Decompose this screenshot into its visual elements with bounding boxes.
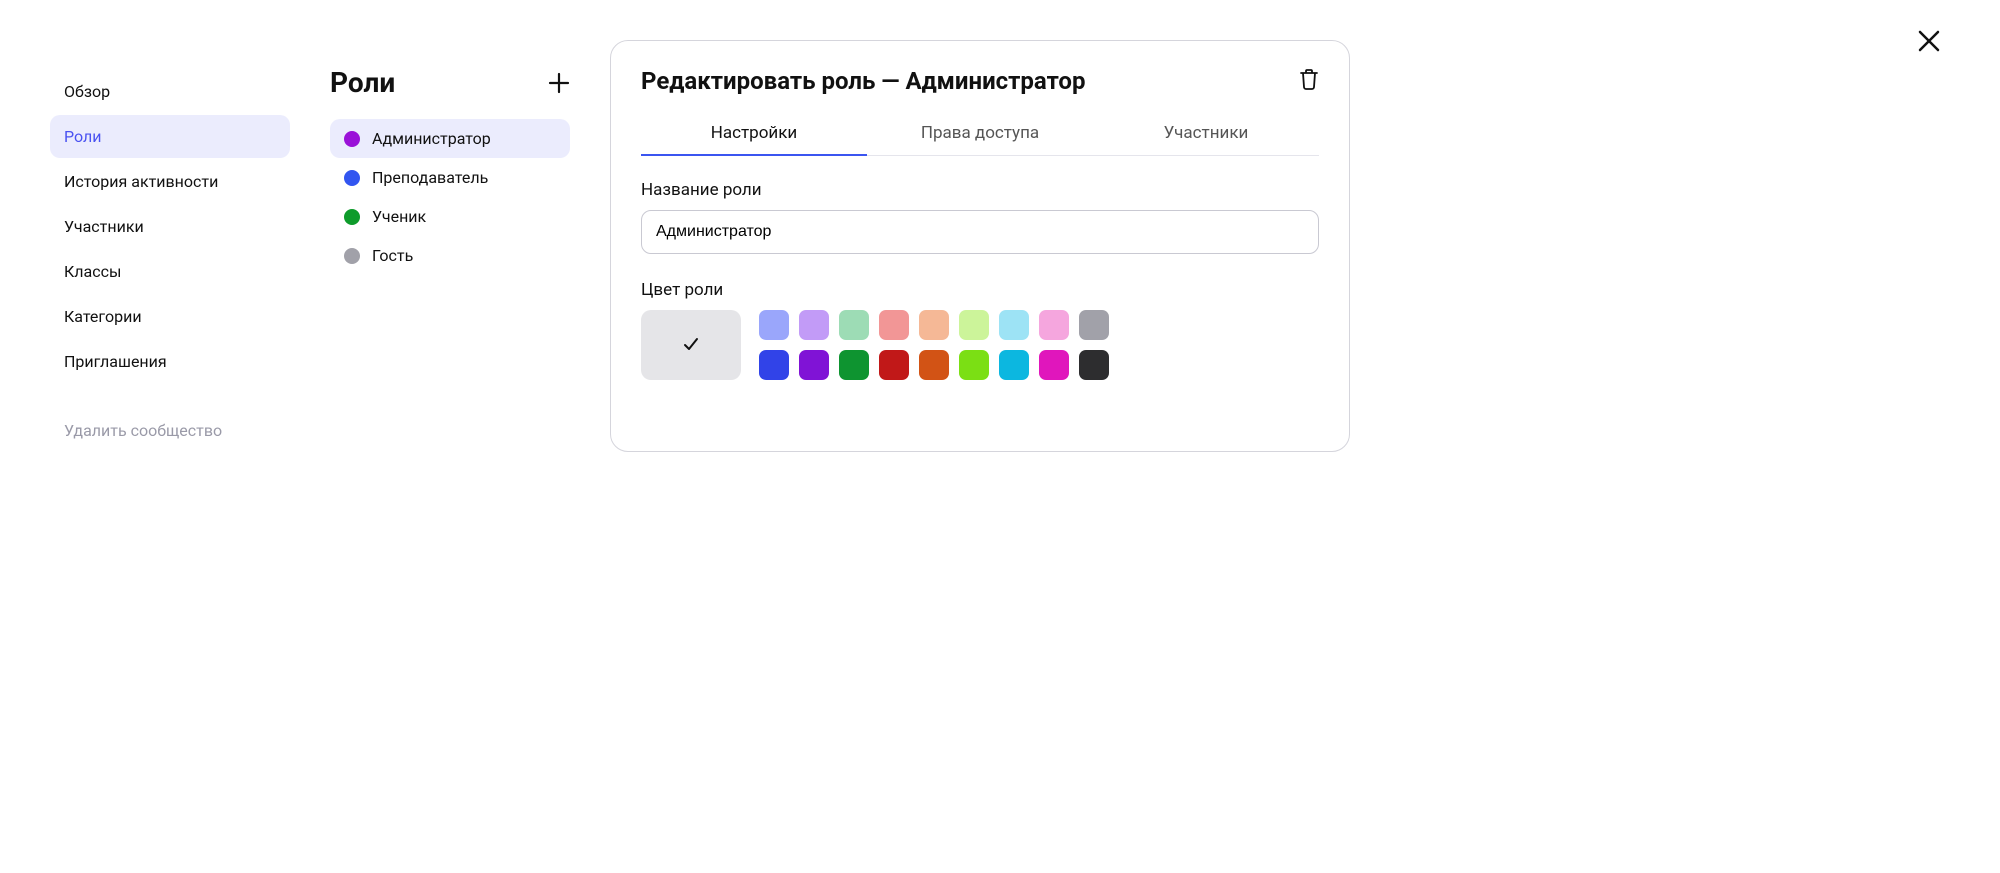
color-swatch[interactable] — [759, 350, 789, 380]
panel-tabs: Настройки Права доступа Участники — [641, 113, 1319, 156]
color-swatch[interactable] — [999, 310, 1029, 340]
color-swatch[interactable] — [759, 310, 789, 340]
role-color-dot — [344, 170, 360, 186]
role-item-guest[interactable]: Гость — [330, 236, 570, 275]
role-color-label: Цвет роли — [641, 280, 1319, 300]
add-role-button[interactable] — [548, 72, 570, 94]
color-swatch[interactable] — [839, 310, 869, 340]
sidebar-item-classes[interactable]: Классы — [50, 250, 290, 293]
sidebar-item-roles[interactable]: Роли — [50, 115, 290, 158]
tab-settings[interactable]: Настройки — [641, 113, 867, 155]
role-color-dot — [344, 209, 360, 225]
roles-title: Роли — [330, 66, 395, 99]
delete-community-button[interactable]: Удалить сообщество — [50, 409, 290, 452]
color-swatch[interactable] — [919, 310, 949, 340]
plus-icon — [548, 72, 570, 94]
close-icon — [1918, 30, 1940, 52]
color-swatch[interactable] — [1079, 310, 1109, 340]
sidebar: Обзор Роли История активности Участники … — [50, 40, 290, 452]
delete-role-button[interactable] — [1299, 68, 1319, 94]
color-swatch[interactable] — [1039, 310, 1069, 340]
color-swatch[interactable] — [919, 350, 949, 380]
tab-permissions[interactable]: Права доступа — [867, 113, 1093, 155]
color-swatch[interactable] — [1039, 350, 1069, 380]
sidebar-item-categories[interactable]: Категории — [50, 295, 290, 338]
role-item-label: Ученик — [372, 207, 426, 226]
color-swatch[interactable] — [799, 310, 829, 340]
sidebar-item-activity-history[interactable]: История активности — [50, 160, 290, 203]
color-swatch[interactable] — [839, 350, 869, 380]
role-color-dot — [344, 131, 360, 147]
panel-title: Редактировать роль — Администратор — [641, 67, 1085, 95]
role-item-administrator[interactable]: Администратор — [330, 119, 570, 158]
color-swatch[interactable] — [959, 350, 989, 380]
check-icon — [682, 336, 700, 354]
role-name-input[interactable] — [641, 210, 1319, 254]
color-swatch[interactable] — [959, 310, 989, 340]
color-swatch[interactable] — [999, 350, 1029, 380]
color-swatch[interactable] — [879, 350, 909, 380]
edit-role-panel: Редактировать роль — Администратор Настр… — [610, 40, 1350, 452]
color-swatch[interactable] — [799, 350, 829, 380]
role-item-label: Гость — [372, 246, 413, 265]
sidebar-item-overview[interactable]: Обзор — [50, 70, 290, 113]
role-item-student[interactable]: Ученик — [330, 197, 570, 236]
role-item-label: Администратор — [372, 129, 491, 148]
close-button[interactable] — [1918, 30, 1940, 56]
tab-members[interactable]: Участники — [1093, 113, 1319, 155]
role-color-dot — [344, 248, 360, 264]
roles-column: Роли Администратор Преподаватель Ученик … — [330, 40, 570, 452]
trash-icon — [1299, 68, 1319, 90]
sidebar-item-members[interactable]: Участники — [50, 205, 290, 248]
role-item-teacher[interactable]: Преподаватель — [330, 158, 570, 197]
color-swatch[interactable] — [1079, 350, 1109, 380]
role-item-label: Преподаватель — [372, 168, 488, 187]
color-swatch[interactable] — [879, 310, 909, 340]
color-grid — [759, 310, 1109, 380]
default-color-swatch[interactable] — [641, 310, 741, 380]
sidebar-item-invites[interactable]: Приглашения — [50, 340, 290, 383]
role-name-label: Название роли — [641, 180, 1319, 200]
